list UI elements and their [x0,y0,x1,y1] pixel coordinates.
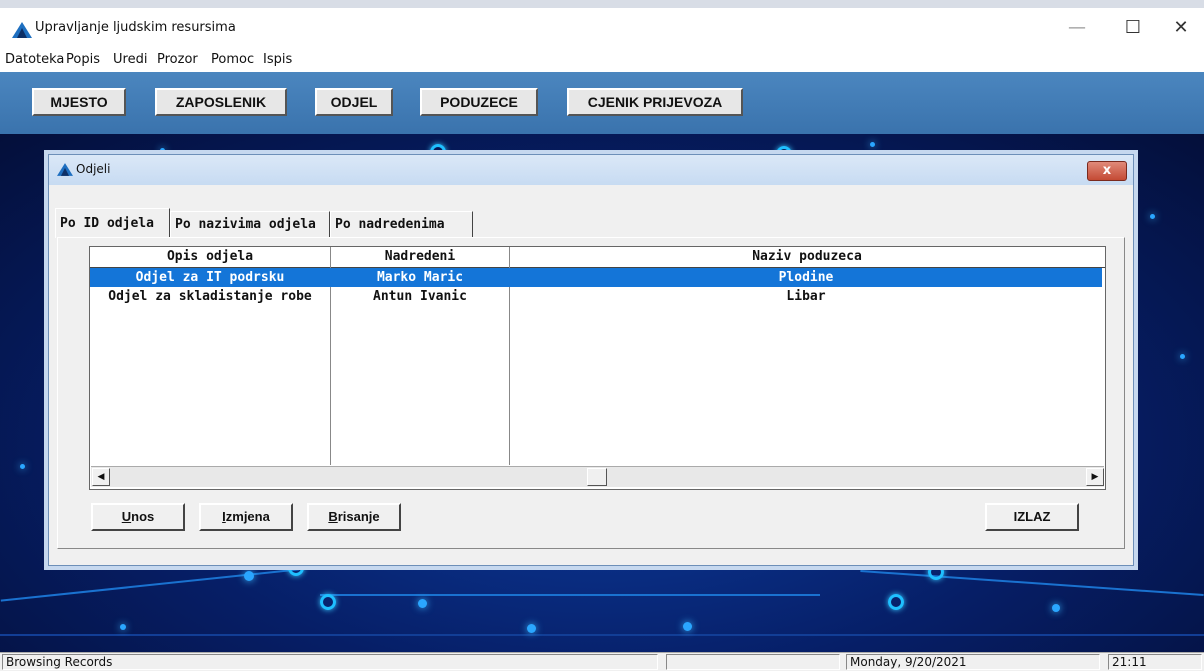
window-title: Upravljanje ljudskim resursima [35,20,236,35]
brisanje-button[interactable]: Brisanje [307,503,401,531]
circuit-dot [527,624,536,633]
circuit-dot [1180,354,1185,359]
status-bar: Browsing Records Monday, 9/20/2021 21:11 [0,652,1204,671]
circuit-dot [683,622,692,631]
cell-nadredeni: Antun Ivanic [373,289,467,304]
window-titlebar: Upravljanje ljudskim resursima — ☐ ✕ [0,0,1204,48]
menu-popis[interactable]: Popis [66,52,100,67]
circuit-node [888,594,904,610]
cell-nadredeni: Marko Maric [376,270,464,285]
circuit-trace [0,568,300,602]
tab-po-nazivima-odjela[interactable]: Po nazivima odjela [170,211,330,237]
odjeli-dialog: Odjeli x Po ID odjela Po nazivima odjela… [48,154,1134,566]
circuit-node [928,564,944,580]
table-row[interactable]: Odjel za IT podrsku Marko Maric Plodine [90,268,1102,287]
column-header-naziv-poduzeca[interactable]: Naziv poduzeca [510,247,1104,267]
table-row[interactable]: Odjel za skladistanje robe Antun Ivanic … [90,287,1102,306]
circuit-dot [120,624,126,630]
poduzece-button[interactable]: PODUZECE [420,88,538,116]
cell-naziv-poduzeca: Plodine [778,270,834,285]
scroll-right-icon[interactable]: ▶ [1086,468,1104,486]
cell-naziv-poduzeca: Libar [786,289,826,304]
unos-label: nos [131,509,155,524]
izlaz-button[interactable]: IZLAZ [985,503,1079,531]
scroll-thumb[interactable] [587,468,607,486]
cell-opis-odjela: Odjel za IT podrsku [135,270,285,285]
column-header-nadredeni[interactable]: Nadredeni [331,247,509,267]
tab-po-nadredenima[interactable]: Po nadredenima [330,211,473,237]
status-message: Browsing Records [2,654,658,670]
cell-opis-odjela: Odjel za skladistanje robe [108,289,312,304]
close-button[interactable]: ✕ [1166,18,1196,38]
app-logo-icon [12,22,32,38]
dialog-titlebar: Odjeli x [49,155,1133,185]
unos-accelerator: U [121,509,132,524]
circuit-dot [1150,214,1155,219]
unos-button[interactable]: Unos [91,503,185,531]
izmjena-label: zmjena [225,509,270,524]
menu-uredi[interactable]: Uredi [113,52,147,67]
horizontal-scrollbar[interactable]: ◀ ▶ [91,466,1104,487]
grid-header: Opis odjela Nadredeni Naziv poduzeca [90,247,1105,268]
izmjena-button[interactable]: Izmjena [199,503,293,531]
column-header-opis-odjela[interactable]: Opis odjela [90,247,330,267]
circuit-trace [320,594,820,596]
circuit-dot [1052,604,1060,612]
zaposlenik-button[interactable]: ZAPOSLENIK [155,88,287,116]
mjesto-button[interactable]: MJESTO [32,88,126,116]
circuit-trace [860,570,1204,596]
circuit-node [320,594,336,610]
circuit-trace [0,634,1204,636]
menu-pomoc[interactable]: Pomoc [211,52,254,67]
menu-datoteka[interactable]: Datoteka [5,52,64,67]
circuit-dot [870,142,875,147]
status-date: Monday, 9/20/2021 [846,654,1100,670]
brisanje-label: risanje [337,509,380,524]
tab-po-id-odjela[interactable]: Po ID odjela [55,208,170,238]
circuit-dot [244,571,254,581]
odjel-button[interactable]: ODJEL [315,88,393,116]
scroll-left-icon[interactable]: ◀ [92,468,110,486]
brisanje-accelerator: B [328,509,338,524]
cjenik-prijevoza-button[interactable]: CJENIK PRIJEVOZA [567,88,743,116]
status-time: 21:11 [1108,654,1202,670]
menu-prozor[interactable]: Prozor [157,52,198,67]
dialog-title: Odjeli [76,162,111,176]
app-logo-icon [57,163,73,176]
minimize-button[interactable]: — [1062,18,1092,38]
toolbar: MJESTO ZAPOSLENIK ODJEL PODUZECE CJENIK … [0,72,1204,134]
circuit-dot [160,148,165,153]
maximize-button[interactable]: ☐ [1118,18,1148,38]
menu-bar: Datoteka Popis Uredi Prozor Pomoc Ispis [0,48,1204,72]
dialog-close-button[interactable]: x [1087,161,1127,181]
circuit-dot [418,599,427,608]
status-panel-empty [666,654,840,670]
menu-ispis[interactable]: Ispis [263,52,292,67]
departments-grid[interactable]: Opis odjela Nadredeni Naziv poduzeca Odj… [89,246,1106,490]
circuit-dot [20,464,25,469]
